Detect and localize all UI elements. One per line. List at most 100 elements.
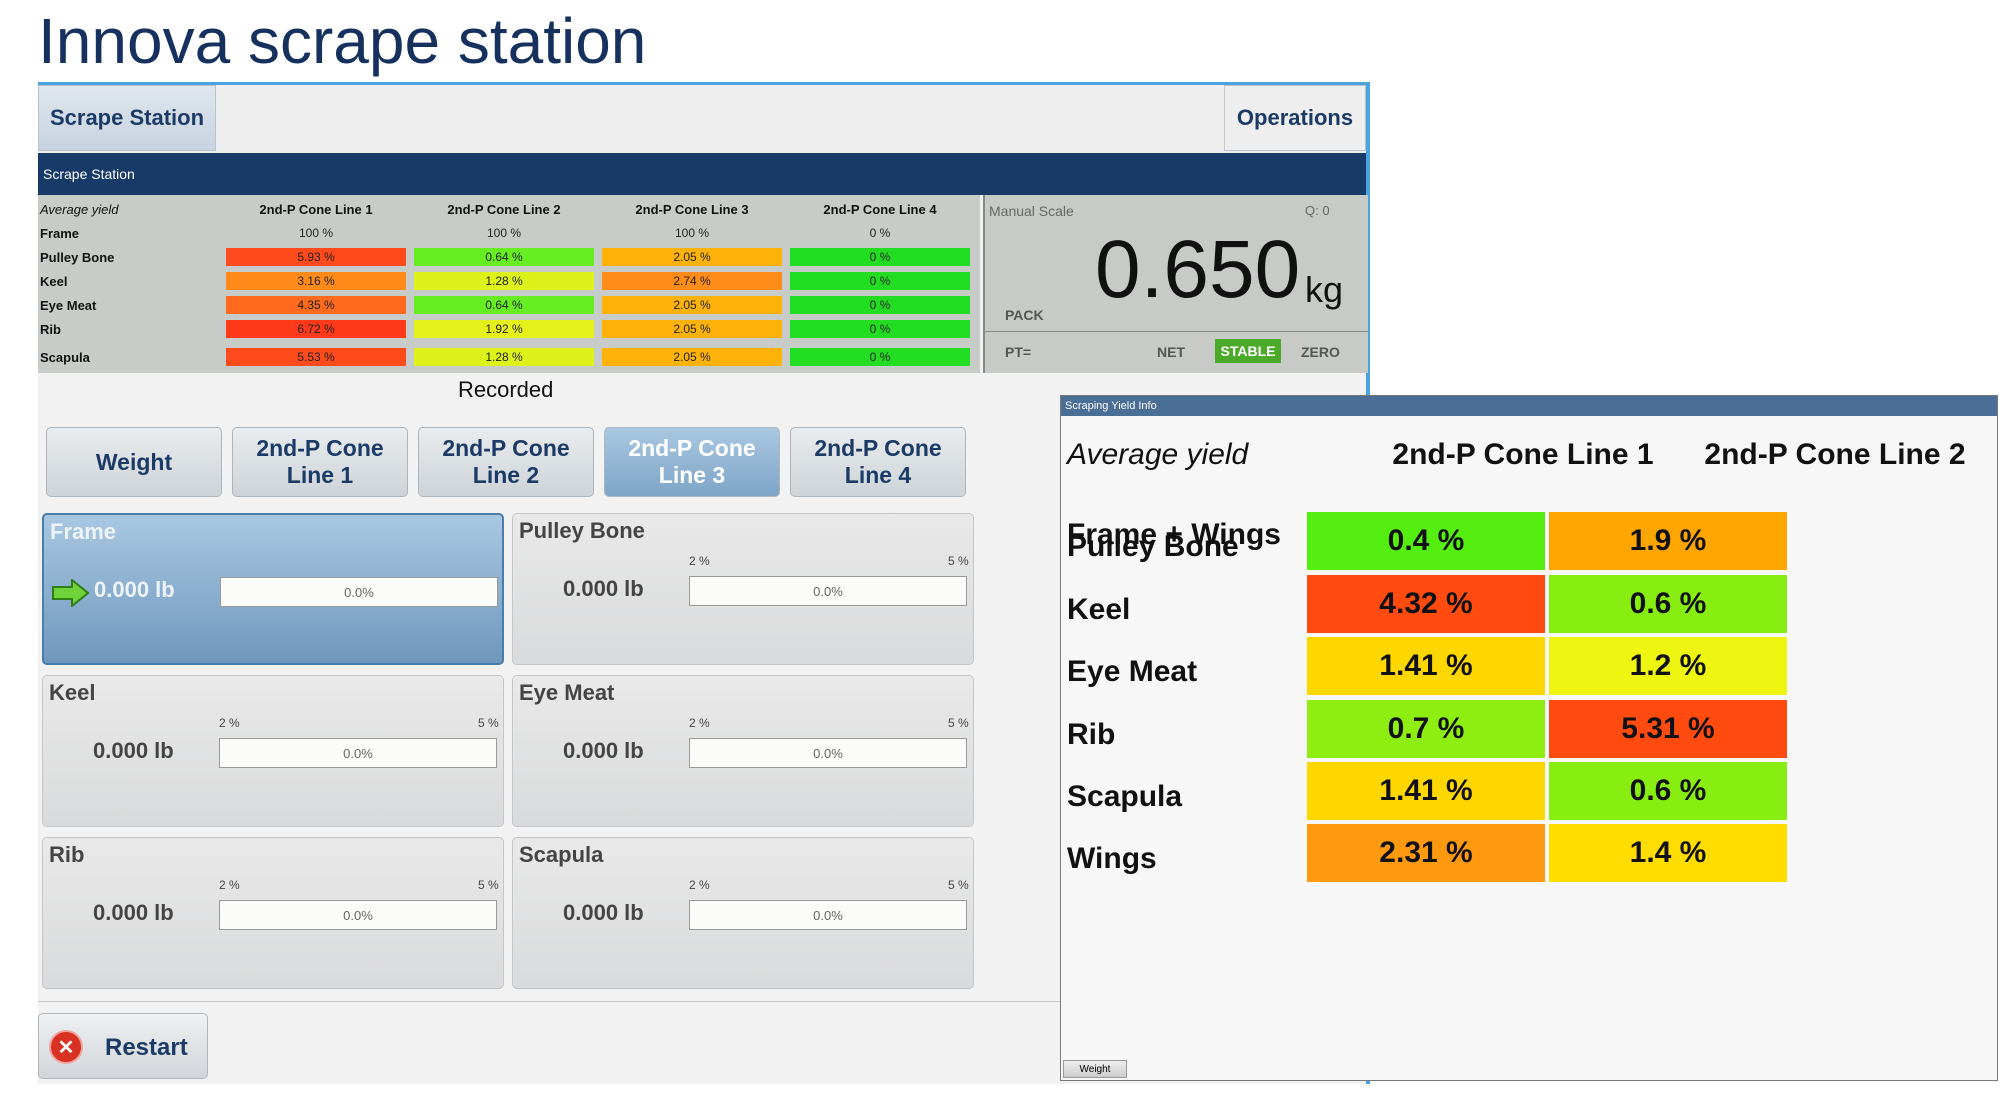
yield-cell: 0.6 % <box>1549 574 1787 633</box>
scrape-station-tab[interactable]: Scrape Station <box>38 85 216 151</box>
yield-cell: 2.31 % <box>1307 824 1545 883</box>
part-weight: 0.000 lb <box>563 738 644 763</box>
table-row: Frame 100 % 100 % 100 % 0 % <box>38 221 980 245</box>
yield-cell: 100 % <box>674 226 710 240</box>
yield-cell: 2.74 % <box>602 272 782 290</box>
yield-cell: 1.4 % <box>1549 824 1787 883</box>
max-threshold: 5 % <box>478 878 499 892</box>
weight-button[interactable]: Weight <box>46 427 222 497</box>
yield-cell: 2.05 % <box>602 348 782 366</box>
min-threshold: 2 % <box>219 878 240 892</box>
yield-cell: 1.28 % <box>414 348 594 366</box>
yield-bar: 0.0% <box>220 577 498 607</box>
yield-cell: 2.05 % <box>602 248 782 266</box>
yield-caption: Average yield <box>1067 438 1249 471</box>
part-weight: 0.000 lb <box>93 738 174 763</box>
yield-cell: 2.05 % <box>602 296 782 314</box>
table-header-row: Average yield 2nd-P Cone Line 1 2nd-P Co… <box>38 197 980 221</box>
page-title: Innova scrape station <box>38 5 647 77</box>
table-row: Scapula 5.53 % 1.28 % 2.05 % 0 % <box>38 345 980 369</box>
restart-label: Restart <box>105 1034 188 1061</box>
max-threshold: 5 % <box>948 554 969 568</box>
yield-cell: 1.41 % <box>1307 637 1545 696</box>
yield-cell: 6.72 % <box>226 320 406 338</box>
part-name: Rib <box>49 842 85 867</box>
window-title: Scraping Yield Info <box>1061 396 1997 416</box>
column-header: 2nd-P Cone Line 2 <box>1704 438 1966 471</box>
table-row: Eye Meat 4.35 % 0.64 % 2.05 % 0 % <box>38 293 980 317</box>
yield-cell: 0 % <box>790 296 970 314</box>
row-label: Pulley Bone <box>40 249 115 265</box>
table-row: Keel 3.16 % 1.28 % 2.74 % 0 % <box>38 269 980 293</box>
manual-scale-panel: Manual Scale Q: 0 0.650 kg PACK PT= NET … <box>983 195 1368 373</box>
yield-cell: 0.64 % <box>414 296 594 314</box>
line-4-button[interactable]: 2nd-P Cone Line 4 <box>790 427 966 497</box>
line-2-button[interactable]: 2nd-P Cone Line 2 <box>418 427 594 497</box>
net-indicator: NET <box>1157 344 1185 360</box>
part-weight: 0.000 lb <box>563 576 644 601</box>
min-threshold: 2 % <box>689 878 710 892</box>
min-threshold: 2 % <box>689 554 710 568</box>
yield-bar: 0.0% <box>689 900 967 930</box>
part-name: Scapula <box>519 842 604 867</box>
line-1-button[interactable]: 2nd-P Cone Line 1 <box>232 427 408 497</box>
part-name: Eye Meat <box>519 680 615 705</box>
scale-label: Manual Scale <box>989 203 1074 219</box>
yield-cell: 2.05 % <box>602 320 782 338</box>
yield-cell: 1.9 % <box>1549 512 1787 571</box>
yield-bar: 0.0% <box>689 738 967 768</box>
line-3-button[interactable]: 2nd-P Cone Line 3 <box>604 427 780 497</box>
yield-cell: 0 % <box>790 320 970 338</box>
close-icon: ✕ <box>49 1030 83 1064</box>
weight-button-label: Weight <box>95 448 173 475</box>
operations-button[interactable]: Operations <box>1224 85 1366 151</box>
column-header: 2nd-P Cone Line 1 <box>259 201 373 217</box>
part-name: Keel <box>49 680 96 705</box>
yield-cell: 0 % <box>869 226 891 240</box>
yield-cell: 0 % <box>790 272 970 290</box>
section-header: Scrape Station <box>38 153 1366 195</box>
row-label: Eye Meat <box>40 297 97 313</box>
yield-cell: 1.28 % <box>414 272 594 290</box>
yield-cell: 0.4 % <box>1307 512 1545 571</box>
recorded-label: Recorded <box>458 377 554 402</box>
part-card-rib[interactable]: Rib 2 % 5 % 0.000 lb 0.0% <box>42 837 504 989</box>
yield-cell: 1.92 % <box>414 320 594 338</box>
row-label: Frame <box>40 225 80 241</box>
table-row: Pulley Bone 5.93 % 0.64 % 2.05 % 0 % <box>38 245 980 269</box>
line-button-label: 2nd-P Cone <box>256 435 384 461</box>
min-threshold: 2 % <box>689 716 710 730</box>
weight-tab-button[interactable]: Weight <box>1063 1060 1127 1078</box>
yield-cell: 3.16 % <box>226 272 406 290</box>
max-threshold: 5 % <box>948 716 969 730</box>
pack-indicator: PACK <box>1005 307 1044 323</box>
column-header: 2nd-P Cone Line 2 <box>447 201 561 217</box>
yield-cell: 0 % <box>790 348 970 366</box>
row-label: Keel <box>40 273 68 289</box>
part-card-scapula[interactable]: Scapula 2 % 5 % 0.000 lb 0.0% <box>512 837 974 989</box>
max-threshold: 5 % <box>478 716 499 730</box>
part-card-frame[interactable]: Frame 0.000 lb 0.0% <box>42 513 504 665</box>
part-weight: 0.000 lb <box>563 900 644 925</box>
row-label: Pulley Bone <box>1067 530 1239 564</box>
summary-caption: Average yield <box>40 201 119 217</box>
column-header: 2nd-P Cone Line 3 <box>635 201 749 217</box>
min-threshold: 2 % <box>219 716 240 730</box>
part-card-keel[interactable]: Keel 2 % 5 % 0.000 lb 0.0% <box>42 675 504 827</box>
row-label: Scapula <box>40 349 90 365</box>
table-row: Rib 6.72 % 1.92 % 2.05 % 0 % <box>38 317 980 341</box>
part-weight: 0.000 lb <box>93 900 174 925</box>
stable-badge: STABLE <box>1215 339 1281 363</box>
part-card-eye-meat[interactable]: Eye Meat 2 % 5 % 0.000 lb 0.0% <box>512 675 974 827</box>
yield-bar: 0.0% <box>689 576 967 606</box>
column-header: 2nd-P Cone Line 1 <box>1392 438 1654 471</box>
yield-cell: 1.2 % <box>1549 637 1787 696</box>
restart-button[interactable]: ✕ Restart <box>38 1013 208 1079</box>
max-threshold: 5 % <box>948 878 969 892</box>
part-card-pulley-bone[interactable]: Pulley Bone 2 % 5 % 0.000 lb 0.0% <box>512 513 974 665</box>
yield-cell: 1.41 % <box>1307 762 1545 820</box>
column-header: 2nd-P Cone Line 4 <box>823 201 937 217</box>
part-name: Pulley Bone <box>519 518 645 543</box>
yield-cell: 5.93 % <box>226 248 406 266</box>
yield-cell: 4.32 % <box>1307 574 1545 633</box>
